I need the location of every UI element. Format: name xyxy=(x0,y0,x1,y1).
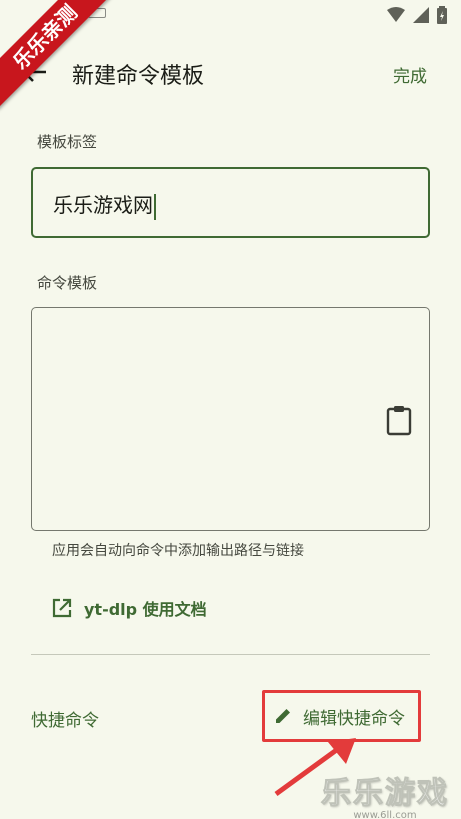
shortcuts-button[interactable]: 快捷命令 xyxy=(31,706,99,731)
tag-input[interactable]: 乐乐游戏网 xyxy=(31,167,430,238)
wifi-icon xyxy=(387,7,405,22)
battery-icon xyxy=(437,6,447,24)
watermark-text: 乐乐游戏 xyxy=(321,776,449,812)
app-bar: 新建命令模板 完成 xyxy=(0,44,461,100)
tag-input-value-wrap: 乐乐游戏网 xyxy=(53,189,156,220)
status-icons xyxy=(387,6,447,24)
tag-field-label: 模板标签 xyxy=(37,133,98,151)
watermark: 乐乐游戏 www.6ll.com xyxy=(321,768,449,819)
template-helper-text: 应用会自动向命令中添加输出路径与链接 xyxy=(52,543,304,559)
docs-link[interactable]: yt-dlp 使用文档 xyxy=(52,596,207,620)
paste-button[interactable] xyxy=(385,404,413,436)
open-in-new-icon xyxy=(52,598,72,618)
template-input[interactable] xyxy=(31,307,430,531)
tag-input-value: 乐乐游戏网 xyxy=(53,193,153,217)
template-field-label: 命令模板 xyxy=(37,274,98,292)
text-caret xyxy=(154,193,156,220)
edit-shortcuts-label: 编辑快捷命令 xyxy=(303,708,405,729)
pencil-icon xyxy=(276,709,290,723)
page-title: 新建命令模板 xyxy=(72,64,205,89)
docs-link-label: yt-dlp 使用文档 xyxy=(84,600,207,619)
signal-icon xyxy=(413,7,429,23)
divider xyxy=(31,654,430,655)
done-button[interactable]: 完成 xyxy=(393,62,427,87)
clipboard-icon xyxy=(386,406,412,436)
edit-shortcuts-button[interactable]: 编辑快捷命令 xyxy=(262,690,421,742)
